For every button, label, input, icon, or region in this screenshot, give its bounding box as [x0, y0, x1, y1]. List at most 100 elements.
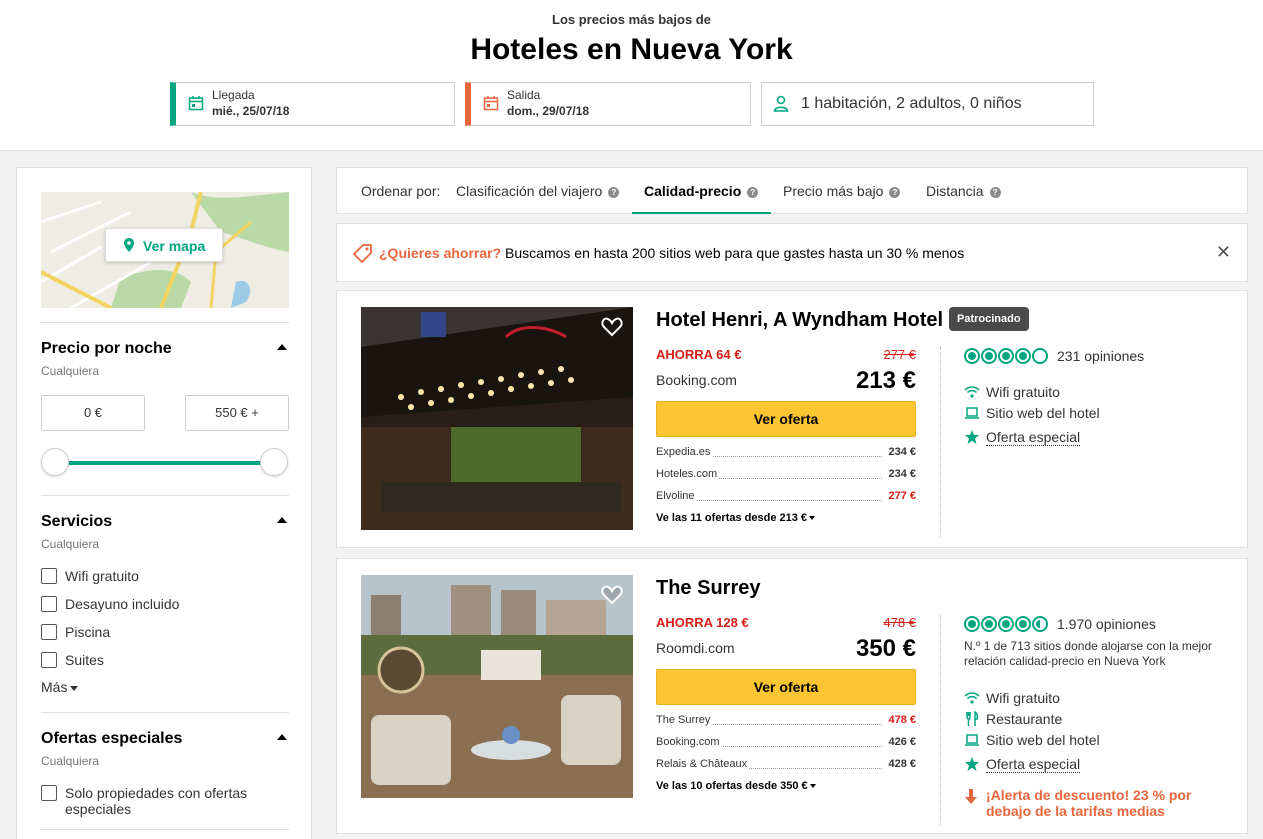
checkbox[interactable] [41, 652, 57, 668]
divider [41, 322, 289, 323]
help-icon[interactable]: ? [989, 187, 1001, 198]
guests-field[interactable]: 1 habitación, 2 adultos, 0 niños [761, 82, 1094, 126]
guests-value: 1 habitación, 2 adultos, 0 niños [801, 95, 1022, 112]
checkbox[interactable] [41, 624, 57, 640]
view-offer-button[interactable]: Ver oferta [656, 669, 916, 705]
price-filter-title: Precio por noche [41, 340, 172, 357]
heart-icon[interactable] [601, 317, 623, 337]
rating-bubble-full [981, 348, 997, 365]
page-subtitle: Los precios más bajos de [552, 12, 711, 27]
checkout-value: dom., 29/07/18 [507, 104, 590, 118]
price-slider-min-handle[interactable] [41, 448, 69, 476]
provider-name: Roomdi.com [656, 640, 735, 656]
star-icon [965, 430, 979, 444]
original-price: 277 € [883, 347, 916, 362]
best-price: 213 € [855, 367, 916, 394]
price-filter-subtitle: Cualquiera [41, 364, 100, 378]
offer-row[interactable]: Expedia.es 234 € [656, 446, 916, 462]
savings-body: Buscamos en hasta 200 sitios web para qu… [505, 245, 965, 261]
sponsored-badge: Patrocinado [949, 307, 1029, 331]
more-services-link[interactable]: Más [41, 679, 79, 695]
offer-row[interactable]: Booking.com 426 € [656, 736, 916, 752]
checkbox-label: Wifi gratuito [65, 568, 139, 584]
sort-lowest-price-tab[interactable]: Precio más bajo? [783, 183, 901, 199]
collapse-price-icon[interactable] [277, 344, 287, 350]
hotel-card: Hotel Henri, A Wyndham Hotel Patrocinado… [336, 290, 1248, 548]
more-services-label: Más [41, 679, 68, 695]
offers-filter-subtitle: Cualquiera [41, 754, 100, 768]
hotel-name[interactable]: The Surrey [656, 577, 760, 600]
hotel-name[interactable]: Hotel Henri, A Wyndham Hotel [656, 309, 943, 332]
view-map-button[interactable]: Ver mapa [105, 228, 223, 262]
hotel-card: The Surrey AHORRA 128 € 478 € Roomdi.com… [336, 558, 1248, 834]
offer-price: 426 € [886, 736, 916, 748]
checkin-field[interactable]: Llegada mié., 25/07/18 [170, 82, 455, 126]
price-max-field[interactable]: 550 € + [185, 395, 289, 431]
checkin-label: Llegada [212, 88, 255, 102]
help-icon[interactable]: ? [747, 187, 759, 198]
offer-provider: Elvoline [656, 490, 697, 502]
see-all-offers-link[interactable]: Ve las 11 ofertas desde 213 € [656, 512, 816, 524]
offer-row[interactable]: Hoteles.com 234 € [656, 468, 916, 484]
calendar-icon [483, 96, 499, 111]
sort-best-value-tab[interactable]: Calidad-precio? [644, 183, 759, 199]
rating-bubble-full [1015, 616, 1031, 633]
hotel-photo[interactable] [361, 307, 633, 530]
sort-bar: Ordenar por: Clasificación del viajero? … [336, 167, 1248, 214]
review-count-link[interactable]: 231 opiniones [1057, 348, 1144, 364]
sort-option-label: Distancia [926, 183, 984, 199]
hotel-image [361, 307, 633, 530]
map-pin-icon [124, 238, 134, 252]
checkbox[interactable] [41, 785, 57, 801]
discount-alert-text: ¡Alerta de descuento! 23 % por debajo de… [986, 787, 1192, 819]
wifi-icon [964, 692, 980, 704]
close-icon[interactable]: ✕ [1216, 242, 1231, 263]
rating-bubble-full [998, 348, 1014, 365]
map-preview[interactable]: Ver mapa [41, 192, 289, 308]
checkout-field[interactable]: Salida dom., 29/07/18 [465, 82, 751, 126]
person-icon [773, 95, 789, 112]
review-count-link[interactable]: 1.970 opiniones [1057, 616, 1156, 632]
sort-distance-tab[interactable]: Distancia? [926, 183, 1001, 199]
chevron-down-icon [809, 784, 816, 789]
rating-bubble-full [1015, 348, 1031, 365]
fork-knife-icon [966, 711, 979, 726]
sort-option-label: Clasificación del viajero [456, 183, 603, 199]
savings-text: ¿Quieres ahorrar? Buscamos en hasta 200 … [379, 245, 964, 261]
original-price: 478 € [883, 615, 916, 630]
offer-row[interactable]: The Surrey 478 € [656, 714, 916, 730]
price-min-field[interactable]: 0 € [41, 395, 145, 431]
collapse-offers-icon[interactable] [277, 734, 287, 740]
rating-bubble-full [998, 616, 1014, 633]
savings-banner: ¿Quieres ahorrar? Buscamos en hasta 200 … [336, 223, 1248, 282]
see-all-offers-label: Ve las 10 ofertas desde 350 € [656, 780, 808, 792]
offer-price: 478 € [886, 714, 916, 726]
laptop-icon [965, 407, 979, 419]
amenity-label: Oferta especial [986, 756, 1081, 773]
price-slider-max-handle[interactable] [260, 448, 288, 476]
offer-row[interactable]: Relais & Châteaux 428 € [656, 758, 916, 774]
sort-option-label: Precio más bajo [783, 183, 884, 199]
offer-provider: Booking.com [656, 736, 722, 748]
hotel-photo[interactable] [361, 575, 633, 798]
heart-icon[interactable] [601, 585, 623, 605]
offer-provider: The Surrey [656, 714, 713, 726]
checkbox[interactable] [41, 596, 57, 612]
chevron-down-icon [70, 685, 79, 691]
offer-row[interactable]: Elvoline 277 € [656, 490, 916, 506]
divider [940, 615, 941, 825]
help-icon[interactable]: ? [608, 187, 620, 198]
collapse-services-icon[interactable] [277, 517, 287, 523]
view-offer-button[interactable]: Ver oferta [656, 401, 916, 437]
sort-traveler-rating-tab[interactable]: Clasificación del viajero? [456, 183, 620, 199]
services-filter-title: Servicios [41, 513, 113, 530]
checkbox[interactable] [41, 568, 57, 584]
amenity-label: Sitio web del hotel [986, 732, 1100, 748]
help-icon[interactable]: ? [889, 187, 901, 198]
see-all-offers-link[interactable]: Ve las 10 ofertas desde 350 € [656, 780, 816, 792]
filters-sidebar: Ver mapa Precio por noche Cualquiera 0 €… [16, 167, 312, 839]
page-title: Hoteles en Nueva York [470, 33, 793, 66]
divider [41, 829, 289, 830]
offers-filter-title: Ofertas especiales [41, 730, 183, 747]
offer-provider: Relais & Châteaux [656, 758, 750, 770]
